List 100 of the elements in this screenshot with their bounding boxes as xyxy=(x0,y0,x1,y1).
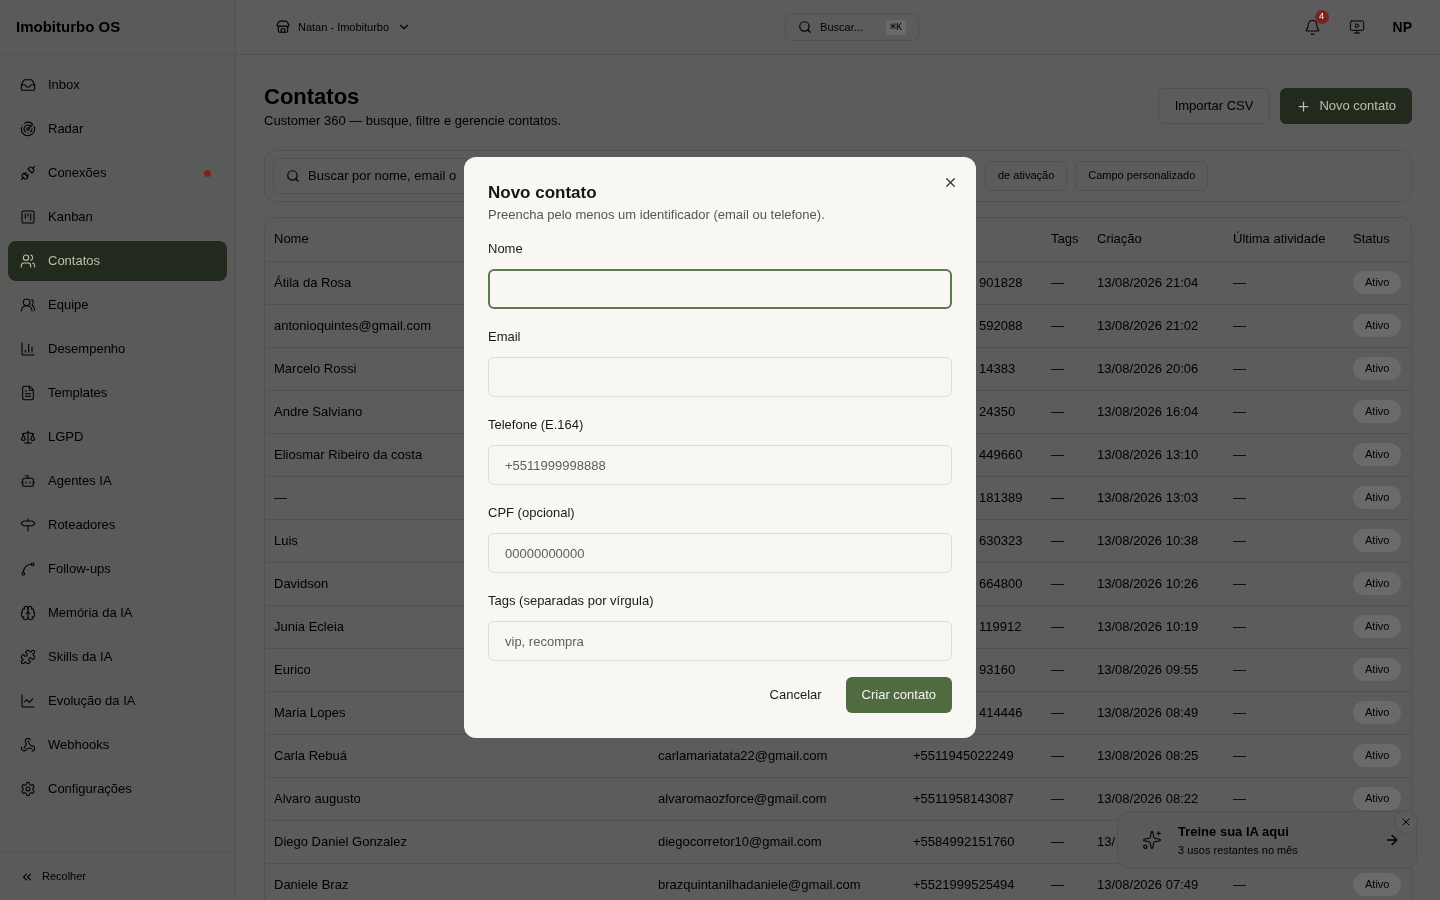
sidebar-item[interactable]: Inbox xyxy=(8,65,227,105)
bell-icon[interactable] xyxy=(1303,18,1321,36)
sidebar-item[interactable]: Radar xyxy=(8,109,227,149)
filter-chip[interactable]: Campo personalizado xyxy=(1075,160,1209,191)
workspace-selector[interactable]: Natan - Imobiturbo xyxy=(276,18,412,36)
tags-cell: — xyxy=(1051,446,1064,462)
phone-cell: +5521999525494 xyxy=(913,876,1015,892)
plus-icon xyxy=(1296,98,1312,114)
sidebar-item[interactable]: Roteadores xyxy=(8,505,227,545)
search-icon xyxy=(798,20,813,34)
line-chart-icon xyxy=(20,693,36,709)
sidebar-item[interactable]: Skills da IA xyxy=(8,637,227,677)
created-cell: 13/08/2026 13:10 xyxy=(1097,446,1199,462)
sidebar-item[interactable]: Equipe xyxy=(8,285,227,325)
activity-cell: — xyxy=(1233,747,1246,763)
users-icon xyxy=(20,253,36,269)
sidebar-item[interactable]: Contatos xyxy=(8,241,227,281)
tags-cell: — xyxy=(1051,876,1064,892)
created-cell: 13/08/2026 08:49 xyxy=(1097,704,1199,720)
phone-cell: 119912 xyxy=(979,618,1022,634)
sidebar-item[interactable]: LGPD xyxy=(8,417,227,457)
arrow-right-icon xyxy=(1384,832,1400,848)
sparkles-icon xyxy=(1142,830,1162,850)
status-badge: Ativo xyxy=(1353,271,1402,294)
new-contact-button[interactable]: Novo contato xyxy=(1280,88,1412,124)
phone-cell: 901828 xyxy=(979,274,1023,290)
webhook-icon xyxy=(20,737,36,753)
sidebar-item[interactable]: Webhooks xyxy=(8,725,227,765)
activity-cell: — xyxy=(1233,446,1246,462)
field-label: Tags (separadas por vírgula) xyxy=(488,593,655,609)
dialog-description: Preencha pelo menos um identificador (email ou telefone). xyxy=(488,206,826,224)
sidebar-item[interactable]: Evolução da IA xyxy=(8,681,227,721)
sidebar-item[interactable]: Templates xyxy=(8,373,227,413)
import-button[interactable]: Importar CSV xyxy=(1157,88,1271,124)
status-badge: Ativo xyxy=(1353,529,1402,552)
phone-cell: 93160 xyxy=(979,661,1016,677)
training-toast[interactable]: Treine sua IA aqui 3 usos restantes no mês xyxy=(1117,811,1417,869)
status-badge: Ativo xyxy=(1353,658,1402,681)
brain-icon xyxy=(20,605,36,621)
created-cell: 13/08/2026 10:26 xyxy=(1097,575,1199,591)
email-cell: alvaromaozforce@gmail.com xyxy=(658,790,827,806)
activity-cell: — xyxy=(1233,317,1246,333)
created-cell: 13/08/2026 10:19 xyxy=(1097,618,1199,634)
close-button[interactable] xyxy=(943,175,958,190)
signpost-icon xyxy=(20,517,36,533)
notification-count: 4 xyxy=(1314,9,1329,24)
text-field[interactable] xyxy=(488,269,952,309)
close-icon xyxy=(943,175,958,190)
sidebar-item[interactable]: Desempenho xyxy=(8,329,227,369)
sidebar-item[interactable]: Kanban xyxy=(8,197,227,237)
search-field[interactable]: Buscar... ⌘K xyxy=(785,13,920,41)
created-cell: 13/08/2026 20:06 xyxy=(1097,360,1199,376)
app-name: Imobiturbo OS xyxy=(16,16,121,37)
name-cell: Marcelo Rossi xyxy=(274,360,357,376)
name-cell: Maria Lopes xyxy=(274,704,346,720)
create-contact-button[interactable]: Criar contato xyxy=(845,677,952,713)
video-icon[interactable] xyxy=(1348,19,1365,35)
status-badge: Ativo xyxy=(1353,615,1402,638)
robot-icon xyxy=(20,473,36,489)
activity-cell: — xyxy=(1233,403,1246,419)
sidebar-item[interactable]: Follow-ups xyxy=(8,549,227,589)
cancel-button[interactable]: Cancelar xyxy=(769,685,822,705)
column-header: Criação xyxy=(1097,231,1142,247)
status-badge: Ativo xyxy=(1353,572,1402,595)
phone-cell: +5584992151760 xyxy=(913,833,1015,849)
phone-cell: 181389 xyxy=(979,489,1023,505)
tags-cell: — xyxy=(1051,317,1064,333)
phone-cell: +5511945022249 xyxy=(913,747,1014,763)
status-badge: Ativo xyxy=(1353,443,1402,466)
sidebar-item[interactable]: Conexões xyxy=(8,153,227,193)
shortcut-key: ⌘K xyxy=(886,19,907,35)
inbox-icon xyxy=(20,77,36,93)
column-header: Status xyxy=(1353,231,1390,247)
status-badge: Ativo xyxy=(1353,400,1402,423)
created-cell: 13/08/2026 07:49 xyxy=(1097,876,1199,892)
collapse-button[interactable]: Recolher xyxy=(20,868,87,885)
email-cell: brazquintanilhadaniele@gmail.com xyxy=(658,876,861,892)
created-cell: 13/ xyxy=(1097,833,1116,849)
name-cell: Eliosmar Ribeiro da costa xyxy=(274,446,423,462)
scale-icon xyxy=(20,429,36,445)
email-cell: diegocorretor10@gmail.com xyxy=(658,833,822,849)
phone-cell: 449660 xyxy=(979,446,1023,462)
settings-icon xyxy=(20,781,36,797)
activity-cell: — xyxy=(1233,790,1246,806)
status-badge: Ativo xyxy=(1353,744,1402,767)
document-icon xyxy=(20,385,36,401)
sidebar-item[interactable]: Configurações xyxy=(8,769,227,809)
created-cell: 13/08/2026 09:55 xyxy=(1097,661,1199,677)
created-cell: 13/08/2026 08:22 xyxy=(1097,790,1199,806)
tags-cell: — xyxy=(1051,747,1064,763)
filter-chip[interactable]: de ativação xyxy=(985,160,1068,191)
user-avatar[interactable]: NP xyxy=(1392,16,1412,38)
sidebar-item[interactable]: Agentes IA xyxy=(8,461,227,501)
tags-cell: — xyxy=(1051,790,1064,806)
created-cell: 13/08/2026 13:03 xyxy=(1097,489,1199,505)
activity-cell: — xyxy=(1233,575,1246,591)
sidebar-item[interactable]: Memória da IA xyxy=(8,593,227,633)
kanban-icon xyxy=(20,209,36,225)
created-cell: 13/08/2026 21:04 xyxy=(1097,274,1199,290)
activity-cell: — xyxy=(1233,532,1246,548)
